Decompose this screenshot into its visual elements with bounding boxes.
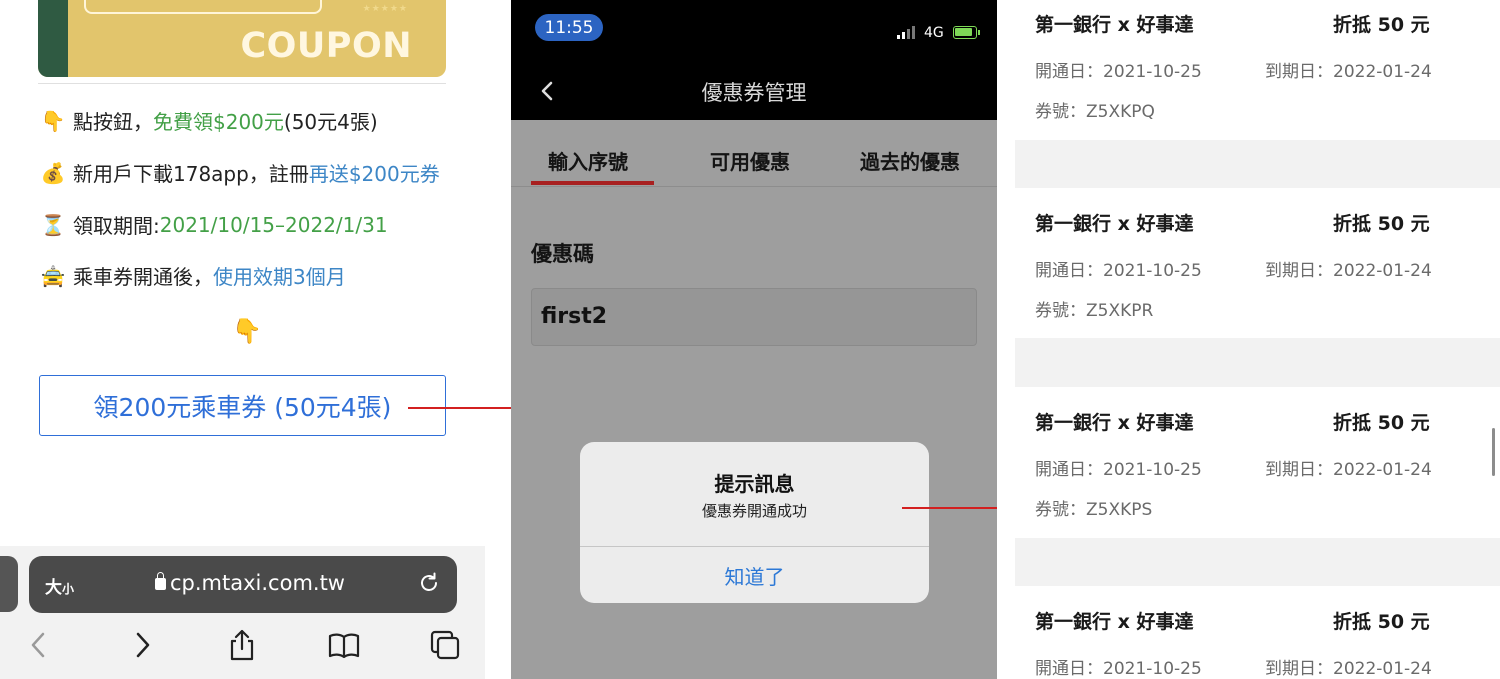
coupon-code: 券號：Z5XKPS <box>1035 500 1153 520</box>
annotation-arrow <box>902 507 997 509</box>
claim-coupon-button[interactable]: 領200元乘車券 (50元4張) <box>39 375 446 436</box>
page-title: 優惠券管理 <box>701 81 807 105</box>
coupon-frame <box>84 0 322 14</box>
promo-text: 點按鈕， <box>73 110 153 134</box>
promo-date-range: 2021/10/15–2022/1/31 <box>159 212 388 237</box>
promo-line-new-user: 💰 新用戶下載178app，註冊 再送$200元券 <box>40 158 440 187</box>
coupon-amount: 折抵 50 元 <box>1333 14 1430 36</box>
coupon-stripe <box>38 0 68 77</box>
coupon-card[interactable]: 第一銀行 x 好事達 折抵 50 元 開通日：2021-10-25 到期日：20… <box>1015 0 1500 140</box>
tab-enter-code[interactable]: 輸入序號 <box>548 146 628 175</box>
taxi-icon: 🚖 <box>40 263 66 288</box>
coupon-title: 第一銀行 x 好事達 <box>1035 213 1194 235</box>
dialog-ok-button[interactable]: 知道了 <box>580 547 929 603</box>
pointing-down-icon: 👇 <box>232 317 262 345</box>
coupon-title: 第一銀行 x 好事達 <box>1035 412 1194 434</box>
coupon-code: 券號：Z5XKPR <box>1035 301 1154 321</box>
coupon-start-date: 開通日：2021-10-25 <box>1035 659 1202 679</box>
coupon-start-date: 開通日：2021-10-25 <box>1035 460 1202 480</box>
app-coupon-management-panel: 11:55 4G 優惠券管理 輸入序號 可用優惠 過去的優惠 優惠碼 first… <box>511 0 997 679</box>
coupon-start-date: 開通日：2021-10-25 <box>1035 261 1202 281</box>
coupon-amount: 折抵 50 元 <box>1333 412 1430 434</box>
tab-available[interactable]: 可用優惠 <box>710 146 790 175</box>
scrollbar[interactable] <box>1492 428 1495 476</box>
coupon-code: 券號：Z5XKPQ <box>1035 102 1155 122</box>
signal-icon <box>897 26 915 39</box>
coupon-banner: ★★★★★ COUPON <box>38 0 446 77</box>
coupon-amount: 折抵 50 元 <box>1333 213 1430 235</box>
url-display[interactable]: cp.mtaxi.com.tw <box>155 571 345 595</box>
coupon-amount: 折抵 50 元 <box>1333 611 1430 633</box>
money-bag-icon: 💰 <box>40 160 66 185</box>
hourglass-icon: ⏳ <box>40 212 66 237</box>
pointing-down-icon: 👇 <box>40 108 66 133</box>
bookmarks-icon[interactable] <box>327 628 361 662</box>
divider <box>38 83 446 84</box>
previous-tab-stub[interactable] <box>0 556 18 612</box>
coupon-card[interactable]: 第一銀行 x 好事達 折抵 50 元 開通日：2021-10-25 到期日：20… <box>1015 586 1500 679</box>
promo-text: 領取期間: <box>73 214 160 238</box>
address-bar[interactable]: 大小 cp.mtaxi.com.tw <box>29 556 457 613</box>
chevron-right-icon[interactable] <box>125 628 159 662</box>
text-size-button[interactable]: 大小 <box>45 573 74 598</box>
coupon-list-panel: 第一銀行 x 好事達 折抵 50 元 開通日：2021-10-25 到期日：20… <box>1015 0 1500 679</box>
dialog-title: 提示訊息 <box>714 472 795 496</box>
coupon-end-date: 到期日：2022-01-24 <box>1265 460 1432 480</box>
promo-text: (50元4張) <box>283 110 378 134</box>
status-bar: 11:55 4G <box>511 0 997 56</box>
coupon-card[interactable]: 第一銀行 x 好事達 折抵 50 元 開通日：2021-10-25 到期日：20… <box>1015 188 1500 338</box>
status-time: 11:55 <box>535 14 603 41</box>
network-label: 4G <box>924 25 944 41</box>
code-field-label: 優惠碼 <box>531 242 594 266</box>
coupon-title: 第一銀行 x 好事達 <box>1035 611 1194 633</box>
nav-bar: 優惠券管理 <box>511 56 997 120</box>
battery-icon <box>953 26 980 39</box>
active-tab-indicator <box>531 181 654 185</box>
promo-link[interactable]: 再送$200元券 <box>309 158 440 187</box>
promo-line-period: ⏳ 領取期間: 2021/10/15–2022/1/31 <box>40 210 388 239</box>
promo-line-validity: 🚖 乘車券開通後， 使用效期3個月 <box>40 261 346 290</box>
composite-screenshot: ★★★★★ COUPON 👇 點按鈕， 免費領$200元 (50元4張) 💰 新… <box>0 0 1500 679</box>
coupon-code-input[interactable]: first2 <box>531 288 977 346</box>
coupon-end-date: 到期日：2022-01-24 <box>1265 62 1432 82</box>
chevron-left-icon[interactable] <box>22 628 56 662</box>
dialog-message: 優惠券開通成功 <box>701 502 807 520</box>
promo-line-free-coupon: 👇 點按鈕， 免費領$200元 (50元4張) <box>40 106 378 135</box>
promo-text: 新用戶下載178app，註冊 <box>73 162 309 186</box>
url-text: cp.mtaxi.com.tw <box>170 571 345 595</box>
coupon-start-date: 開通日：2021-10-25 <box>1035 62 1202 82</box>
promo-highlight: 免費領$200元 <box>153 110 284 134</box>
coupon-stars: ★★★★★ <box>362 4 408 14</box>
safari-webpage-panel: ★★★★★ COUPON 👇 點按鈕， 免費領$200元 (50元4張) 💰 新… <box>0 0 529 679</box>
tab-bar: 輸入序號 可用優惠 過去的優惠 <box>511 120 997 187</box>
reload-icon[interactable] <box>417 571 441 595</box>
coupon-title: 第一銀行 x 好事達 <box>1035 14 1194 36</box>
coupon-card[interactable]: 第一銀行 x 好事達 折抵 50 元 開通日：2021-10-25 到期日：20… <box>1015 387 1500 538</box>
tabs-icon[interactable] <box>428 628 462 662</box>
coupon-banner-text: COUPON <box>240 26 412 66</box>
promo-text: 乘車券開通後， <box>73 265 213 289</box>
tab-past[interactable]: 過去的優惠 <box>860 146 960 175</box>
lock-icon <box>155 572 166 590</box>
share-icon[interactable] <box>225 628 259 662</box>
promo-link[interactable]: 使用效期3個月 <box>213 261 346 290</box>
alert-dialog: 提示訊息 優惠券開通成功 知道了 <box>580 442 929 603</box>
coupon-end-date: 到期日：2022-01-24 <box>1265 261 1432 281</box>
coupon-end-date: 到期日：2022-01-24 <box>1265 659 1432 679</box>
